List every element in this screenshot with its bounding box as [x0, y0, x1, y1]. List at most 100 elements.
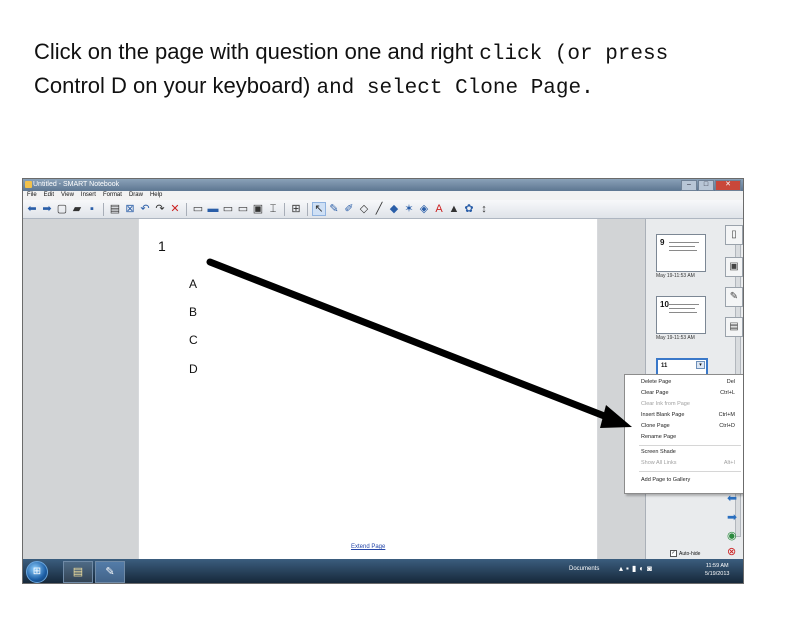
attachments-tab-icon[interactable]: ✎: [725, 287, 743, 307]
page-thumbnail-10[interactable]: 10: [656, 296, 706, 334]
thumbnail-number: 11: [661, 363, 668, 369]
forward-arrow-icon[interactable]: ➡: [41, 203, 53, 215]
workspace-left-margin: [23, 219, 138, 559]
properties-icon[interactable]: ✿: [463, 203, 475, 215]
fill-icon[interactable]: ◈: [418, 203, 430, 215]
menu-draw[interactable]: Draw: [129, 191, 143, 200]
menu-item-add-page-to-gallery[interactable]: Add Page to Gallery: [641, 476, 739, 485]
option-d: D: [189, 362, 198, 376]
select-pointer-icon[interactable]: ↖: [312, 202, 326, 216]
menu-item-rename-page[interactable]: Rename Page: [641, 433, 739, 442]
menu-file[interactable]: File: [27, 191, 37, 200]
gallery-tab-icon[interactable]: ▣: [725, 257, 743, 277]
menu-item-label: Clear Page: [641, 390, 669, 396]
tray-clock[interactable]: 11:59 AM 5/19/2013: [705, 562, 729, 578]
thumbnail-number: 9: [660, 238, 665, 247]
toolbar-separator: [186, 202, 187, 216]
menu-help[interactable]: Help: [150, 191, 162, 200]
option-a: A: [189, 277, 198, 291]
screen-shade-icon[interactable]: ▭: [192, 203, 204, 215]
instruction-line-1-mono: click (or press: [479, 43, 669, 66]
full-screen-icon[interactable]: ▬: [207, 203, 219, 215]
menu-item-label: Add Page to Gallery: [641, 477, 691, 483]
window-title: Untitled - SMART Notebook: [33, 181, 120, 188]
shapes-icon[interactable]: ◆: [388, 203, 400, 215]
menu-item-label: Clear Ink from Page: [641, 401, 690, 407]
menu-item-clone-page[interactable]: Clone Page Ctrl+D: [641, 422, 739, 431]
thumbnail-caption: May 19-11:53 AM: [656, 335, 695, 341]
page-thumbnail-9[interactable]: 9: [656, 234, 706, 272]
extend-page-link[interactable]: Extend Page: [351, 544, 385, 550]
capture-icon[interactable]: ▭: [237, 203, 249, 215]
next-page-arrow-icon[interactable]: ➡: [727, 510, 737, 524]
menu-item-insert-blank-page[interactable]: Insert Blank Page Ctrl+M: [641, 411, 739, 420]
menu-edit[interactable]: Edit: [44, 191, 54, 200]
toolbar-more-icon[interactable]: ↕: [478, 203, 490, 215]
thumbnail-text-line: [669, 242, 699, 243]
save-icon[interactable]: ▪: [86, 203, 98, 215]
system-tray-icons[interactable]: ▴▪▮◐◙: [619, 564, 655, 573]
toolbar-separator: [103, 202, 104, 216]
magic-pen-icon[interactable]: ✶: [403, 203, 415, 215]
documents-toolbar-label[interactable]: Documents: [569, 566, 599, 572]
menu-item-shortcut: Ctrl+D: [719, 423, 735, 429]
menu-view[interactable]: View: [61, 191, 74, 200]
creative-pen-icon[interactable]: ✐: [343, 203, 355, 215]
line-icon[interactable]: ╱: [373, 203, 385, 215]
instruction-line-1-text: Click on the page with question one and …: [34, 39, 480, 64]
menu-item-clear-page[interactable]: Clear Page Ctrl+L: [641, 389, 739, 398]
menu-format[interactable]: Format: [103, 191, 122, 200]
menu-item-shortcut: Alt+I: [723, 460, 735, 466]
smart-notebook-taskbar-icon[interactable]: ✎: [95, 561, 125, 583]
instruction-line-2-text: Control D on your keyboard): [34, 73, 317, 98]
question-number: 1: [158, 238, 166, 254]
document-camera-icon[interactable]: ⌶: [267, 203, 279, 215]
windows-taskbar: ⊞ ▤ ✎ Documents ▴▪▮◐◙ 11:59 AM 5/19/2013: [23, 559, 743, 583]
page-sorter-tab-icon[interactable]: ▯: [725, 225, 743, 245]
new-page-icon[interactable]: ▢: [56, 203, 68, 215]
menu-item-screen-shade[interactable]: Screen Shade: [641, 448, 739, 457]
delete-page-icon[interactable]: ⊠: [124, 203, 136, 215]
menu-item-label: Rename Page: [641, 434, 677, 440]
properties-tab-icon[interactable]: ▤: [725, 317, 743, 337]
menu-item-label: Insert Blank Page: [641, 412, 685, 418]
thumbnail-number: 10: [660, 300, 669, 309]
text-icon[interactable]: A: [433, 203, 445, 215]
add-page-icon[interactable]: ◉: [727, 529, 737, 542]
menu-bar: File Edit View Insert Format Draw Help: [23, 191, 743, 200]
open-folder-icon[interactable]: ▰: [71, 203, 83, 215]
page-context-menu: Delete Page Del Clear Page Ctrl+L Clear …: [624, 374, 743, 494]
close-button[interactable]: ✕: [715, 180, 741, 191]
delete-icon[interactable]: ✕: [169, 203, 181, 215]
window-title-bar: Untitled - SMART Notebook – □ ✕: [23, 179, 743, 191]
maximize-button[interactable]: □: [698, 180, 714, 191]
menu-insert[interactable]: Insert: [81, 191, 96, 200]
thumbnail-text-line: [669, 246, 695, 247]
image-icon[interactable]: ▲: [448, 203, 460, 215]
undo-icon[interactable]: ↶: [139, 203, 151, 215]
auto-hide-checkbox[interactable]: ✓: [670, 550, 677, 557]
insert-media-icon[interactable]: ▣: [252, 203, 264, 215]
remove-page-icon[interactable]: ⊗: [727, 545, 736, 558]
back-arrow-icon[interactable]: ⬅: [26, 203, 38, 215]
toolbar-separator: [307, 202, 308, 216]
pen-icon[interactable]: ✎: [328, 203, 340, 215]
dual-page-icon[interactable]: ▭: [222, 203, 234, 215]
menu-item-shortcut: Ctrl+M: [718, 412, 735, 418]
thumbnail-caption: May 19-11:53 AM: [656, 273, 695, 279]
start-button[interactable]: ⊞: [26, 561, 48, 583]
file-explorer-taskbar-icon[interactable]: ▤: [63, 561, 93, 583]
table-icon[interactable]: ⊞: [290, 203, 302, 215]
instruction-text: Click on the page with question one and …: [34, 36, 784, 104]
menu-item-delete-page[interactable]: Delete Page Del: [641, 378, 739, 387]
redo-icon[interactable]: ↷: [154, 203, 166, 215]
auto-hide-option[interactable]: ✓ Auto-hide: [670, 550, 700, 557]
app-icon: [25, 181, 32, 188]
clock-time: 11:59 AM: [705, 563, 729, 569]
menu-item-show-all-links: Show All Links Alt+I: [641, 459, 739, 468]
thumbnail-dropdown-icon[interactable]: ▾: [696, 361, 705, 369]
minimize-button[interactable]: –: [681, 180, 697, 191]
notebook-page-canvas[interactable]: 1 A B C D Extend Page: [139, 219, 597, 559]
eraser-icon[interactable]: ◇: [358, 203, 370, 215]
paste-icon[interactable]: ▤: [109, 203, 121, 215]
